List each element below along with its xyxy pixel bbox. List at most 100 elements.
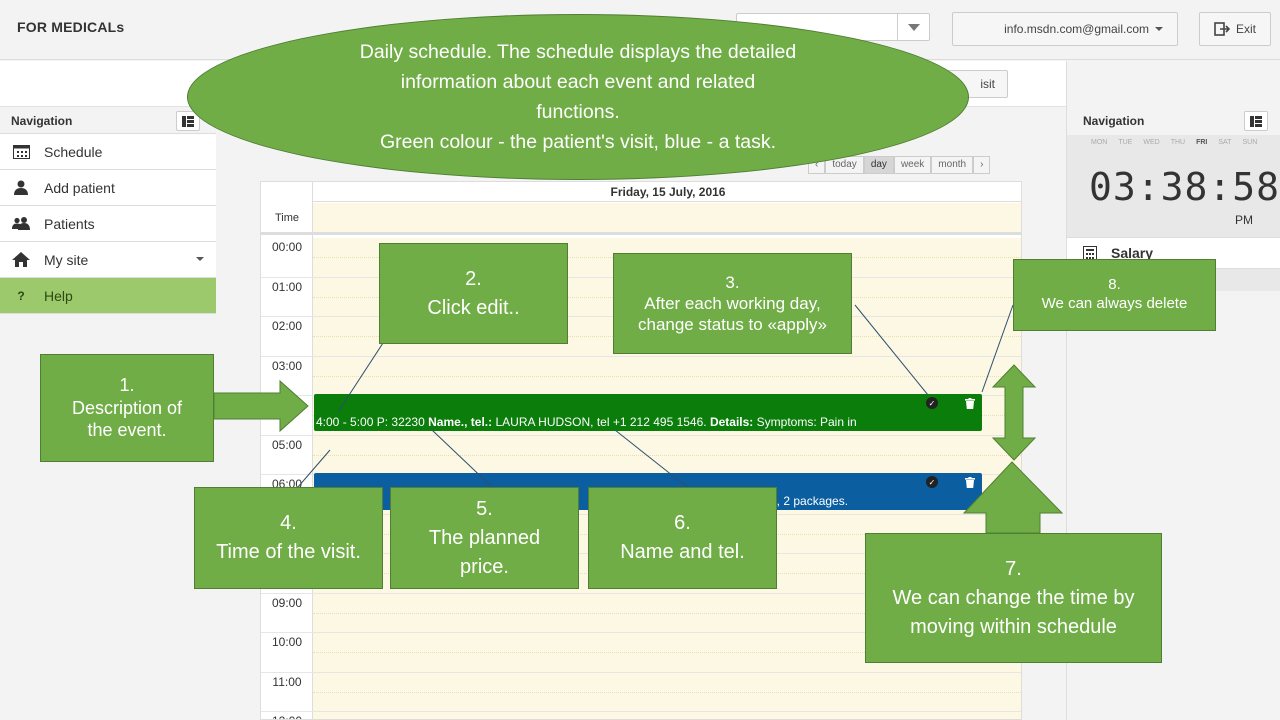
hour-slot[interactable]: 12:00 [261,712,1021,719]
callout-line: Daily schedule. The schedule displays th… [359,41,797,63]
callout-line: 8. [1108,276,1121,294]
callout-6-name: 6. Name and tel. [588,487,777,589]
user-email: info.msdn.com@gmail.com [1004,22,1149,36]
hour-label: 10:00 [271,635,303,649]
apply-status-icon[interactable]: ✓ [926,397,938,409]
question-icon: ? [17,288,25,303]
hour-label: 11:00 [272,674,302,689]
hour-label: 03:00 [271,358,303,373]
weekday-label: SUN [1242,139,1258,146]
weekday-label-active: FRI [1196,139,1208,146]
schedule-description-callout: Daily schedule. The schedule displays th… [187,14,969,180]
callout-line: price. [460,555,509,578]
weekday-label: MON [1091,139,1108,146]
exit-button[interactable]: Exit [1199,12,1271,46]
time-header: Time [261,203,313,235]
callout-line: After each working day, [644,293,821,313]
users-icon [11,217,31,230]
callout-line: 5. [476,497,493,520]
weekday-label: TUE [1118,139,1133,146]
right-sidebar-toggle-button[interactable] [1244,111,1268,131]
clock-ampm: PM [1235,213,1253,227]
callout-line: moving within schedule [910,615,1117,638]
callout-line: 3. [725,272,740,292]
caret-down-icon [1155,27,1163,31]
callout-4-time: 4. Time of the visit. [194,487,383,589]
day-view-button[interactable]: day [863,156,894,174]
exit-label: Exit [1235,22,1256,36]
hour-slot[interactable]: 05:00 [261,435,1021,475]
calendar-date-title: Friday, 15 July, 2016 [313,182,1021,202]
trash-icon[interactable] [964,397,976,409]
sidebar-item-add-patient[interactable]: Add patient [0,170,216,206]
callout-line: 7. [1005,557,1022,580]
home-icon [11,252,31,267]
caret-down-icon [196,257,204,261]
brand-logo: FOR MEDICALs [17,19,125,35]
half-hour-line [313,375,1021,377]
callout-line: Click edit.. [427,296,520,319]
hour-label: 12:00 [261,714,313,719]
slot-cell[interactable] [313,712,1021,719]
callout-line: Description of [71,397,183,418]
sign-out-icon [1214,22,1230,36]
trash-icon[interactable] [964,476,976,488]
callout-line: information about each event and related [400,71,756,93]
sidebar-item-label: Add patient [44,179,115,196]
all-day-row[interactable] [313,203,1021,235]
callout-line: The planned [428,526,541,549]
callout-line: We can always delete [1041,295,1188,312]
visit-details: Symptoms: Pain in [756,415,857,429]
hour-label: 09:00 [271,595,303,610]
callout-3-status: 3. After each working day, change status… [613,253,852,354]
user-icon [11,180,31,195]
user-menu-button[interactable]: info.msdn.com@gmail.com [952,12,1178,46]
sidebar-item-label: Help [44,287,73,304]
visit-event[interactable]: ✓ 4:00 - 5:00 P: 32230 Name., tel.: LAUR… [314,394,982,431]
callout-5-price: 5. The planned price. [390,487,579,589]
visit-price: P: 32230 [376,415,425,429]
sidebar-item-schedule[interactable]: Schedule [0,134,216,170]
calendar-icon [11,144,31,159]
hour-label: 01:00 [271,279,303,294]
weekday-label: SAT [1218,139,1232,146]
half-hour-line [313,454,1021,456]
hour-label: 05:00 [271,437,303,452]
next-button[interactable]: › [973,156,991,174]
columns-icon [1250,115,1262,127]
hour-slot[interactable]: 03:00 [261,356,1021,396]
callout-line: 6. [674,512,691,534]
apply-status-icon[interactable]: ✓ [926,476,938,488]
hour-slot[interactable]: 11:00 [261,672,1021,712]
sidebar-item-help[interactable]: ? Help [0,278,216,314]
callout-line: change status to «apply» [637,315,828,335]
callout-line: the event. [87,420,167,441]
right-sidebar-title: Navigation [1083,114,1145,128]
sidebar-item-patients[interactable]: Patients [0,206,216,242]
hour-label: 00:00 [271,240,303,254]
name-label: Name., tel.: [428,415,493,429]
week-view-button[interactable]: week [893,156,932,174]
month-view-button[interactable]: month [931,156,974,174]
sidebar-item-label: Patients [44,215,95,232]
digital-clock: 03:38:58 [1089,165,1280,209]
sidebar-item-my-site[interactable]: My site [0,242,216,278]
callout-2-edit: 2. Click edit.. [379,243,568,344]
sidebar-item-label: My site [44,251,89,268]
task-event-text: l, 2 packages. [774,494,849,508]
callout-line: Green colour - the patient's visit, blue… [379,131,777,153]
details-label: Details: [709,415,754,429]
callout-line: We can change the time by [892,586,1135,609]
patient-name-phone: LAURA HUDSON, tel +1 212 495 1546. [495,415,707,429]
visit-time: 4:00 - 5:00 [316,415,374,429]
callout-line: 1. [119,375,135,396]
hour-label: 04:00 [271,398,303,412]
weekday-label: WED [1143,139,1160,146]
half-hour-line [313,691,1021,693]
chevron-down-icon[interactable] [897,14,929,40]
weekday-row: MON TUE WED THU FRI SAT SUN [1091,139,1257,146]
callout-line: functions. [536,101,620,123]
weekday-label: THU [1170,139,1186,146]
callout-line: Name and tel. [620,541,745,563]
columns-icon [182,115,194,127]
